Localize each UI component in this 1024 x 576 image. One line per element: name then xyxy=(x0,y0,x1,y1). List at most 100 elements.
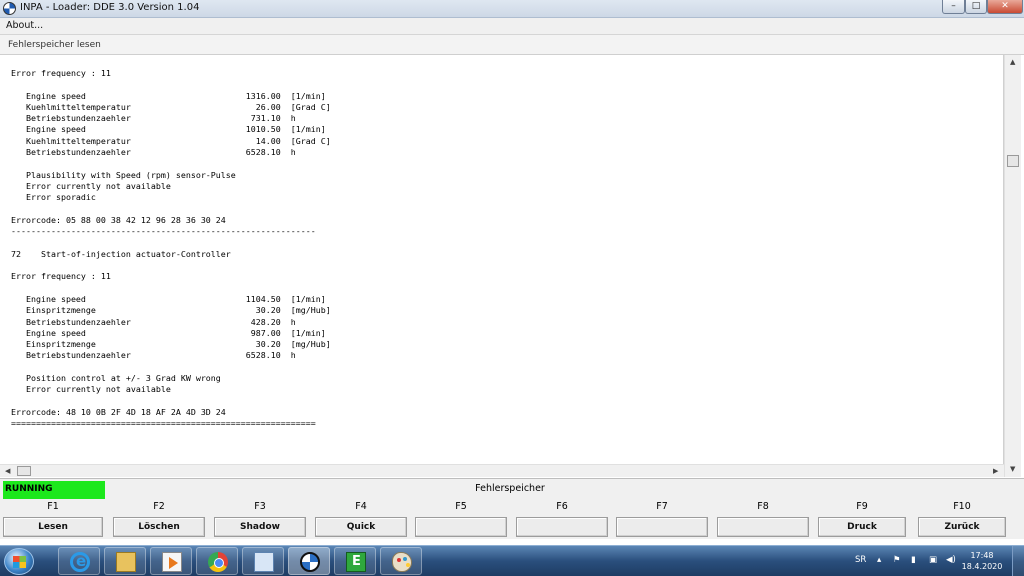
media-player-icon xyxy=(162,552,182,572)
vertical-scrollbar[interactable]: ▲ ▼ xyxy=(1004,55,1021,477)
scroll-right-icon[interactable]: ▶ xyxy=(993,467,998,475)
fkey-button-f4[interactable]: Quick xyxy=(315,517,407,537)
fkey-label-f5: F5 xyxy=(455,501,467,512)
output-line: Einspritzmenge 30.20 [mg/Hub] xyxy=(11,339,331,350)
output-line: Engine speed 1104.50 [1/min] xyxy=(11,293,326,304)
start-button[interactable] xyxy=(4,548,34,575)
fkey-button-f2[interactable]: Löschen xyxy=(113,517,205,537)
device-icon[interactable]: ▣ xyxy=(929,555,937,565)
horizontal-scroll-thumb[interactable] xyxy=(17,466,31,476)
windows-logo-icon xyxy=(13,556,26,568)
bmw-app-icon xyxy=(3,2,16,15)
tray-expand-icon[interactable]: ▴ xyxy=(877,555,881,565)
menu-bar: About... xyxy=(0,18,1024,35)
fkey-label-f3: F3 xyxy=(254,501,266,512)
volume-icon[interactable]: ◀) xyxy=(946,555,956,565)
output-line: Errorcode: 05 88 00 38 42 12 96 28 36 30… xyxy=(11,214,226,225)
taskbar-inpa[interactable] xyxy=(288,547,330,575)
horizontal-scrollbar[interactable]: ◀ ▶ xyxy=(0,464,1004,477)
fkey-label-f10: F10 xyxy=(953,501,971,512)
status-title: Fehlerspeicher xyxy=(475,483,545,494)
clock-date: 18.4.2020 xyxy=(961,562,1003,571)
taskbar-ediabas[interactable] xyxy=(334,547,376,575)
fkey-label-f8: F8 xyxy=(757,501,769,512)
fkey-button-f6[interactable] xyxy=(516,517,608,537)
output-line: ----------------------------------------… xyxy=(11,226,316,237)
taskbar-ie[interactable] xyxy=(58,547,100,575)
clock-time: 17:48 xyxy=(970,551,994,560)
output-line: ========================================… xyxy=(11,418,316,429)
scroll-up-icon[interactable]: ▲ xyxy=(1010,58,1015,66)
remote-desktop-icon xyxy=(254,552,274,572)
fkey-label-f6: F6 xyxy=(556,501,568,512)
close-button[interactable]: ✕ xyxy=(987,0,1023,14)
language-indicator[interactable]: SR xyxy=(855,555,866,565)
fkey-button-f8[interactable] xyxy=(717,517,809,537)
output-line: Kuehlmitteltemperatur 26.00 [Grad C] xyxy=(11,101,331,112)
paint-icon xyxy=(392,552,412,572)
taskbar-media[interactable] xyxy=(150,547,192,575)
fkey-button-f9[interactable]: Druck xyxy=(818,517,906,537)
file-explorer-icon xyxy=(116,552,136,572)
scroll-left-icon[interactable]: ◀ xyxy=(5,467,10,475)
fkey-label-f4: F4 xyxy=(355,501,367,512)
network-icon[interactable]: ▮ xyxy=(911,555,916,565)
error-memory-text: Error frequency : 11 Engine speed 1316.0… xyxy=(11,68,331,430)
output-line: Error currently not available xyxy=(11,384,171,395)
menu-about[interactable]: About... xyxy=(6,20,43,31)
output-line: Position control at +/- 3 Grad KW wrong xyxy=(11,373,221,384)
fkey-label-f1: F1 xyxy=(47,501,59,512)
output-line: Betriebstundenzaehler 428.20 h xyxy=(11,316,296,327)
chrome-icon xyxy=(208,552,228,572)
output-line: Error frequency : 11 xyxy=(11,68,111,78)
taskbar-chrome[interactable] xyxy=(196,547,238,575)
fkey-label-f9: F9 xyxy=(856,501,868,512)
minimize-button[interactable]: – xyxy=(942,0,965,14)
taskbar-remote[interactable] xyxy=(242,547,284,575)
output-line: Einspritzmenge 30.20 [mg/Hub] xyxy=(11,305,331,316)
output-line: 72 Start-of-injection actuator-Controlle… xyxy=(11,248,231,259)
output-line: Engine speed 1316.00 [1/min] xyxy=(11,90,326,101)
output-line: Error frequency : 11 xyxy=(11,271,111,282)
content-header: Fehlerspeicher lesen xyxy=(0,35,1024,55)
fkey-button-f7[interactable] xyxy=(616,517,708,537)
ediabas-icon xyxy=(346,552,366,572)
fkey-button-f3[interactable]: Shadow xyxy=(214,517,306,537)
bmw-inpa-icon xyxy=(300,552,320,572)
output-line: Error currently not available xyxy=(11,180,171,191)
fkey-label-f2: F2 xyxy=(153,501,165,512)
maximize-button[interactable]: □ xyxy=(965,0,987,14)
taskbar-explorer[interactable] xyxy=(104,547,146,575)
fkey-button-f1[interactable]: Lesen xyxy=(3,517,103,537)
output-line: Betriebstundenzaehler 6528.10 h xyxy=(11,350,296,361)
output-line: Plausibility with Speed (rpm) sensor-Pul… xyxy=(11,169,236,180)
internet-explorer-icon xyxy=(70,552,90,572)
window-title: INPA - Loader: DDE 3.0 Version 1.04 xyxy=(20,2,200,13)
output-line: Engine speed 1010.50 [1/min] xyxy=(11,124,326,135)
status-indicator: RUNNING xyxy=(3,481,105,499)
action-center-flag-icon[interactable]: ⚑ xyxy=(893,555,901,565)
screen-title: Fehlerspeicher lesen xyxy=(8,40,101,50)
title-bar: INPA - Loader: DDE 3.0 Version 1.04 – □ … xyxy=(0,0,1024,18)
system-clock[interactable]: 17:48 18.4.2020 xyxy=(960,550,1004,572)
output-line: Betriebstundenzaehler 6528.10 h xyxy=(11,147,296,158)
fkey-button-f5[interactable] xyxy=(415,517,507,537)
output-line: Engine speed 987.00 [1/min] xyxy=(11,327,326,338)
show-desktop-button[interactable] xyxy=(1012,546,1024,576)
output-line: Error sporadic xyxy=(11,192,96,203)
vertical-scroll-thumb[interactable] xyxy=(1007,155,1019,167)
error-memory-output[interactable]: Error frequency : 11 Engine speed 1316.0… xyxy=(0,55,1004,464)
output-line: Kuehlmitteltemperatur 14.00 [Grad C] xyxy=(11,135,331,146)
taskbar-paint[interactable] xyxy=(380,547,422,575)
scroll-down-icon[interactable]: ▼ xyxy=(1010,465,1015,473)
output-line: Betriebstundenzaehler 731.10 h xyxy=(11,113,296,124)
fkey-button-f10[interactable]: Zurück xyxy=(918,517,1006,537)
